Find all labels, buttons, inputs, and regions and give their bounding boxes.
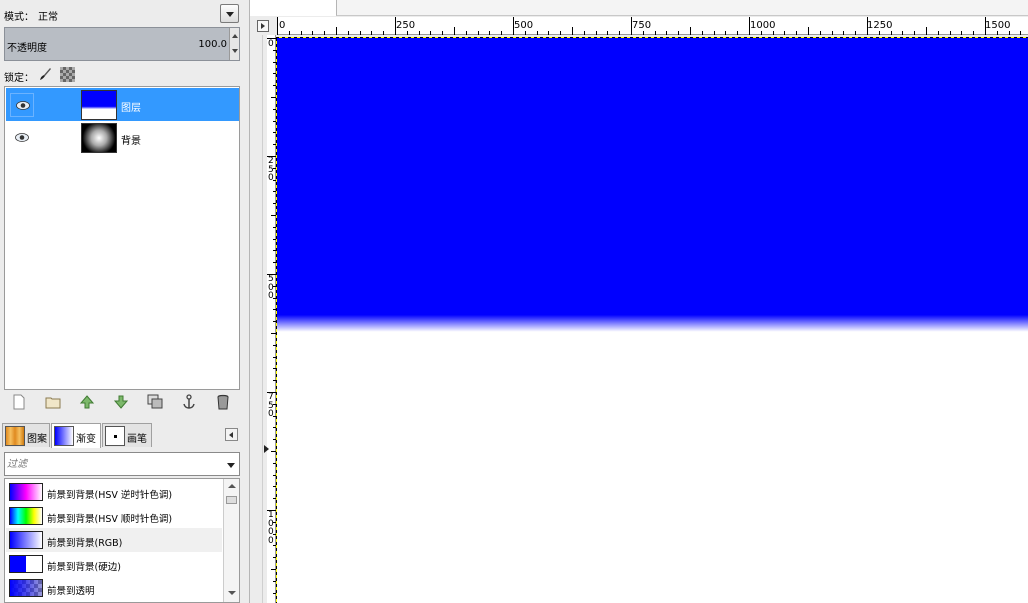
ruler-label: 500: [268, 274, 274, 301]
ruler-pointer-marker: [264, 445, 269, 453]
canvas-header-strip: [336, 0, 1028, 16]
gradient-label: 前景到透明: [47, 586, 95, 597]
opacity-value[interactable]: 100.0: [198, 39, 227, 50]
visibility-eye-icon[interactable]: [10, 93, 34, 117]
layers-list: 图层 背景: [4, 86, 240, 390]
layer-boundary: [276, 37, 1028, 38]
lock-alpha-icon[interactable]: [60, 67, 75, 82]
gradient-label: 前景到背景(HSV 顺时针色调): [47, 514, 173, 525]
layers-dock: 模式： 正常 不透明度 100.0 锁定： 图层 背景 图案 渐变 画笔 过滤 …: [0, 0, 243, 603]
gradient-swatch-icon: [54, 426, 74, 446]
ruler-label: 750: [632, 20, 652, 31]
mode-value[interactable]: 正常: [38, 8, 58, 23]
gradient-preview: [9, 555, 43, 573]
list-scrollbar[interactable]: [223, 479, 239, 602]
filter-combo[interactable]: [4, 452, 240, 476]
layer-toolbar: [0, 392, 243, 412]
lock-label: 锁定：: [4, 73, 34, 84]
gradient-item[interactable]: 前景到背景(硬边): [6, 552, 222, 576]
ruler-label: 1500: [985, 20, 1011, 31]
layer-row-1[interactable]: 图层: [6, 88, 239, 121]
duplicate-layer-icon[interactable]: [147, 394, 163, 410]
spin-down-icon[interactable]: [232, 49, 238, 53]
scroll-down-icon[interactable]: [228, 591, 236, 595]
delete-layer-icon[interactable]: [215, 394, 231, 410]
anchor-layer-icon[interactable]: [181, 394, 197, 410]
opacity-label: 不透明度: [7, 43, 47, 54]
gradient-label: 前景到背景(HSV 逆时针色调): [47, 490, 173, 501]
tab-menu-arrow-icon[interactable]: [225, 428, 238, 441]
gradient-preview: [9, 483, 43, 501]
brush-swatch-icon: [105, 426, 125, 446]
gradient-item[interactable]: 前景到背景(HSV 逆时针色调): [6, 480, 222, 504]
lock-row: 锁定：: [0, 64, 243, 84]
ruler-label: 0: [279, 20, 286, 31]
layer-thumbnail: [81, 90, 117, 120]
gradient-list: 前景到背景(HSV 逆时针色调) 前景到背景(HSV 顺时针色调) 前景到背景(…: [4, 478, 240, 603]
gradient-item[interactable]: 前景到背景(HSV 顺时针色调): [6, 504, 222, 528]
gradient-item[interactable]: 前景到透明: [6, 576, 222, 600]
canvas-header-blank: [250, 0, 336, 16]
ruler-label: 750: [268, 392, 274, 419]
mode-label: 模式：: [4, 12, 34, 23]
ruler-label: 500: [514, 20, 534, 31]
scroll-thumb[interactable]: [226, 496, 237, 504]
gradient-label: 前景到背景(RGB): [47, 538, 123, 549]
layer-name[interactable]: 图层: [121, 99, 141, 114]
ruler-label: 1000: [750, 20, 776, 31]
opacity-slider[interactable]: 不透明度 100.0: [4, 27, 240, 61]
filter-input[interactable]: [7, 456, 207, 472]
pattern-swatch-icon: [5, 426, 25, 446]
gradient-preview: [9, 579, 43, 597]
tab-label: 渐变: [76, 434, 96, 445]
lower-layer-icon[interactable]: [113, 394, 129, 410]
tab-gradients[interactable]: 渐变: [51, 423, 101, 448]
new-layer-icon[interactable]: [11, 394, 27, 410]
horizontal-ruler[interactable]: 0 250 500 750 1000 1250 1500: [277, 17, 1028, 35]
gradient-item[interactable]: 前景到背景(RGB): [6, 528, 222, 552]
image-window: 0 250 500 750 1000 1250 1500 0 250 500 7…: [249, 0, 1028, 603]
lock-pixels-brush-icon[interactable]: [38, 67, 52, 81]
layer-thumbnail: [81, 123, 117, 153]
scroll-up-icon[interactable]: [228, 484, 236, 488]
mode-row: 模式： 正常: [0, 2, 243, 24]
layer-name[interactable]: 背景: [121, 132, 141, 147]
gradient-label: 前景到背景(硬边): [47, 562, 121, 573]
visibility-eye-icon[interactable]: [10, 126, 34, 150]
image-canvas[interactable]: [277, 38, 1028, 603]
mode-dropdown-button[interactable]: [220, 4, 239, 23]
tab-patterns[interactable]: 图案: [2, 423, 50, 447]
gradient-preview: [9, 531, 43, 549]
ruler-label: 250: [268, 156, 274, 183]
ruler-label: 1250: [867, 20, 893, 31]
vertical-ruler[interactable]: 0 250 500 750 1000: [267, 35, 276, 603]
tab-brushes[interactable]: 画笔: [102, 423, 152, 447]
tab-label: 图案: [27, 434, 47, 445]
tab-label: 画笔: [127, 434, 147, 445]
gradient-preview: [9, 507, 43, 525]
ruler-ticks: [277, 17, 1021, 35]
opacity-spinner[interactable]: [229, 28, 239, 60]
layer-row-2[interactable]: 背景: [6, 121, 239, 154]
ruler-label: 1000: [268, 510, 274, 546]
layer-boundary: [276, 38, 277, 603]
new-layer-group-icon[interactable]: [45, 394, 61, 410]
raise-layer-icon[interactable]: [79, 394, 95, 410]
ruler-label: 250: [396, 20, 416, 31]
ruler-label: 0: [268, 39, 274, 49]
quick-mask-nav-icon[interactable]: [257, 20, 269, 32]
resource-tabs: 图案 渐变 画笔: [0, 423, 243, 448]
spin-up-icon[interactable]: [232, 34, 238, 38]
